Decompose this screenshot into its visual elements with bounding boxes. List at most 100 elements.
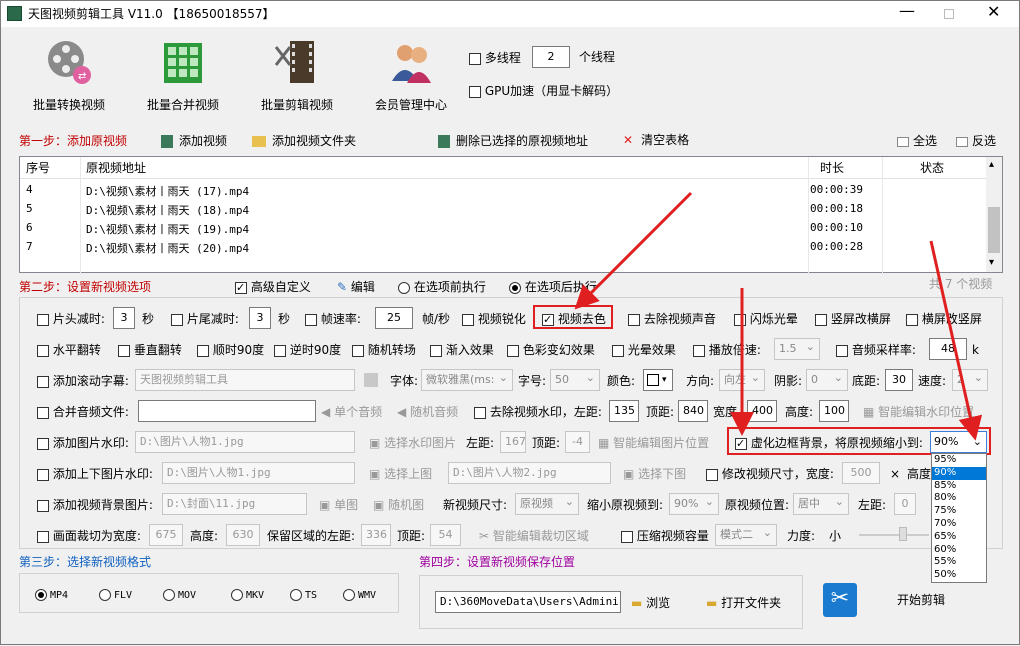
bg-image-checkbox[interactable]	[37, 499, 49, 512]
format-radio-wmv[interactable]: WMV	[343, 586, 376, 604]
random-audio-button[interactable]: ◀ 随机音频	[397, 404, 458, 420]
head-cut-checkbox[interactable]	[37, 313, 49, 326]
resize-width-input[interactable]: 500	[842, 462, 880, 484]
size-select[interactable]: 50	[550, 369, 600, 391]
compress-toggle[interactable]: 压缩视频容量	[621, 528, 709, 544]
rot90-checkbox[interactable]	[197, 344, 209, 357]
gpu-toggle[interactable]: GPU加速（用显卡解码）	[469, 82, 618, 99]
crop-checkbox[interactable]	[37, 530, 49, 543]
merge-audio-toggle[interactable]: 合并音频文件:	[37, 404, 129, 420]
multithread-checkbox[interactable]	[469, 52, 481, 65]
smart-crop-button[interactable]: ✂ 智能编辑裁切区域	[479, 528, 589, 544]
bg-image-toggle[interactable]: 添加视频背景图片:	[37, 497, 153, 513]
fade-in-toggle[interactable]: 渐入效果	[430, 342, 494, 358]
remove-audio-checkbox[interactable]	[628, 313, 640, 326]
fade-in-checkbox[interactable]	[430, 344, 442, 357]
after-radio[interactable]: 在选项后执行	[509, 279, 597, 295]
crop-width-input[interactable]: 675	[149, 524, 183, 546]
format-radio-mp4[interactable]: MP4	[35, 586, 68, 604]
fps-checkbox[interactable]	[305, 313, 317, 326]
rot90-toggle[interactable]: 顺时90度	[197, 342, 264, 358]
format-radio-mkv[interactable]: MKV	[231, 586, 264, 604]
rot-neg90-toggle[interactable]: 逆时90度	[274, 342, 341, 358]
remove-watermark-toggle[interactable]: 去除视频水印，左距:	[474, 404, 602, 420]
convert-button[interactable]: ⇄ 批量转换视频	[29, 37, 109, 112]
remove-audio-toggle[interactable]: 去除视频声音	[628, 311, 716, 327]
advanced-checkbox[interactable]	[235, 280, 247, 296]
bottom-input[interactable]: 30	[885, 369, 913, 391]
format-radio-dot[interactable]	[343, 588, 355, 601]
light-fx-toggle[interactable]: 光晕效果	[612, 342, 676, 358]
scale-option[interactable]: 70%	[932, 518, 986, 531]
direction-select[interactable]: 向左	[719, 369, 765, 391]
font-select[interactable]: 微软雅黑(ms:	[421, 369, 513, 391]
random-transition-toggle[interactable]: 随机转场	[352, 342, 416, 358]
col-path[interactable]: 原视频地址	[86, 160, 146, 176]
edit-button[interactable]: ✎ 编辑	[337, 279, 375, 295]
delete-selected-button[interactable]: 删除已选择的原视频地址	[438, 133, 588, 149]
wm-top-input[interactable]: 840	[678, 400, 708, 422]
hflip-checkbox[interactable]	[37, 344, 49, 357]
save-path-input[interactable]: D:\360MoveData\Users\Administr	[435, 591, 621, 613]
v2h-checkbox[interactable]	[815, 313, 827, 326]
crop-toggle[interactable]: 画面裁切为宽度:	[37, 528, 141, 544]
advanced-toggle[interactable]: 高级自定义	[235, 279, 311, 296]
compress-mode-select[interactable]: 模式二	[715, 524, 777, 546]
color-fx-toggle[interactable]: 色彩变幻效果	[507, 342, 595, 358]
keep-top-input[interactable]: 54	[430, 524, 461, 546]
before-radio[interactable]: 在选项前执行	[398, 279, 486, 295]
sharpen-checkbox[interactable]	[462, 313, 474, 326]
scale-option[interactable]: 60%	[932, 544, 986, 557]
scale-option[interactable]: 50%	[932, 569, 986, 582]
threads-input[interactable]: 2	[532, 46, 570, 68]
speed-toggle[interactable]: 播放倍速:	[693, 342, 761, 358]
choose-watermark-button[interactable]: ▣ 选择水印图片	[369, 435, 456, 451]
subtitle-edit-icon[interactable]	[364, 373, 378, 387]
scale-option[interactable]: 65%	[932, 531, 986, 544]
after-radio-dot[interactable]	[509, 281, 521, 294]
bottom-image-path[interactable]: D:\图片\人物2.jpg	[448, 462, 611, 484]
position-select[interactable]: 居中	[793, 493, 849, 515]
col-status[interactable]: 状态	[920, 160, 944, 176]
top-bottom-image-toggle[interactable]: 添加上下图片水印:	[37, 466, 153, 482]
speed2-select[interactable]: 2	[952, 369, 988, 391]
format-radio-dot[interactable]	[231, 588, 243, 601]
blur-scale-select[interactable]: 90% ⌄	[930, 431, 987, 453]
choose-bottom-button[interactable]: ▣ 选择下图	[623, 466, 686, 482]
format-radio-ts[interactable]: TS	[290, 586, 317, 604]
start-button[interactable]: 开始剪辑	[897, 592, 945, 608]
table-row[interactable]: 6 D:\视频\素材丨雨天 (19).mp4 00:00:10	[20, 219, 980, 238]
keep-left-input[interactable]: 336	[361, 524, 391, 546]
random-image-button[interactable]: ▣ 随机图	[373, 497, 424, 513]
image-watermark-path[interactable]: D:\图片\人物1.jpg	[135, 431, 355, 453]
speed-select[interactable]: 1.5	[774, 338, 820, 360]
blur-bg-toggle[interactable]: 虚化边框背景，将原视频缩小到:	[735, 435, 923, 452]
blur-bg-checkbox[interactable]	[735, 436, 747, 452]
add-folder-button[interactable]: 添加视频文件夹	[252, 133, 356, 149]
open-folder-button[interactable]: ▬ 打开文件夹	[706, 595, 781, 611]
table-row[interactable]: 5 D:\视频\素材丨雨天 (18).mp4 00:00:18	[20, 200, 980, 219]
choose-top-button[interactable]: ▣ 选择上图	[369, 466, 432, 482]
resize-checkbox[interactable]	[706, 468, 718, 481]
top-image-path[interactable]: D:\图片\人物1.jpg	[162, 462, 355, 484]
compress-checkbox[interactable]	[621, 530, 633, 543]
wm-left-input[interactable]: 135	[609, 400, 639, 422]
table-row[interactable]: 4 D:\视频\素材丨雨天 (17).mp4 00:00:39	[20, 181, 980, 200]
scale-option[interactable]: 85%	[932, 480, 986, 493]
scale-option[interactable]: 75%	[932, 505, 986, 518]
shrink-select[interactable]: 90%	[669, 493, 719, 515]
tail-cut-toggle[interactable]: 片尾减时:	[171, 311, 239, 327]
format-radio-dot[interactable]	[35, 588, 47, 601]
color-fx-checkbox[interactable]	[507, 344, 519, 357]
scale-option[interactable]: 95%	[932, 454, 986, 467]
resize-toggle[interactable]: 修改视频尺寸，宽度:	[706, 466, 834, 482]
img-left-input[interactable]: 1675	[500, 431, 526, 453]
top-bottom-image-checkbox[interactable]	[37, 468, 49, 481]
wm-width-input[interactable]: 400	[747, 400, 777, 422]
scroll-thumb[interactable]	[988, 207, 1000, 253]
scale-option[interactable]: 90%	[932, 466, 986, 480]
scroll-subtitle-toggle[interactable]: 添加滚动字幕:	[37, 373, 129, 389]
random-transition-checkbox[interactable]	[352, 344, 364, 357]
single-image-button[interactable]: ▣ 单图	[319, 497, 358, 513]
sample-toggle[interactable]: 音频采样率:	[836, 342, 916, 358]
